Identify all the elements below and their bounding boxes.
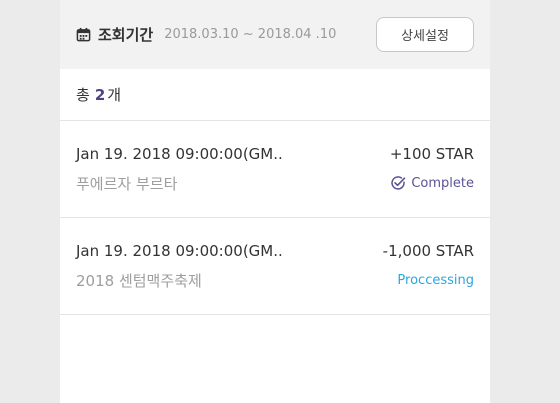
detail-settings-button[interactable]: 상세설정	[376, 17, 474, 52]
calendar-icon	[76, 27, 91, 42]
transaction-status: Complete	[390, 175, 474, 191]
total-prefix: 총	[76, 86, 90, 104]
transaction-date: Jan 19. 2018 09:00:00(GM..	[76, 144, 283, 163]
transaction-date: Jan 19. 2018 09:00:00(GM..	[76, 241, 283, 260]
total-suffix: 개	[107, 86, 122, 104]
check-circle-icon	[391, 176, 406, 190]
transaction-row[interactable]: Jan 19. 2018 09:00:00(GM.. +100 STAR 푸에르…	[60, 121, 490, 218]
transaction-row[interactable]: Jan 19. 2018 09:00:00(GM.. -1,000 STAR 2…	[60, 218, 490, 315]
transaction-name: 푸에르자 부르타	[76, 174, 178, 193]
transaction-status: Proccessing	[397, 273, 474, 288]
period-filter-bar: 조회기간 2018.03.10 ~ 2018.04 .10 상세설정	[60, 0, 490, 69]
period-label: 조회기간	[98, 26, 154, 44]
transaction-name: 2018 센텀맥주축제	[76, 271, 202, 290]
total-count: 2	[94, 85, 106, 104]
transaction-amount: -1,000 STAR	[382, 241, 474, 260]
status-label: Complete	[411, 175, 474, 191]
period-range: 2018.03.10 ~ 2018.04 .10	[164, 27, 337, 42]
total-count-row: 총 2 개	[60, 69, 490, 121]
transaction-amount: +100 STAR	[389, 144, 474, 163]
transaction-history-panel: 조회기간 2018.03.10 ~ 2018.04 .10 상세설정 총 2 개…	[60, 0, 490, 403]
status-label: Proccessing	[397, 272, 474, 288]
